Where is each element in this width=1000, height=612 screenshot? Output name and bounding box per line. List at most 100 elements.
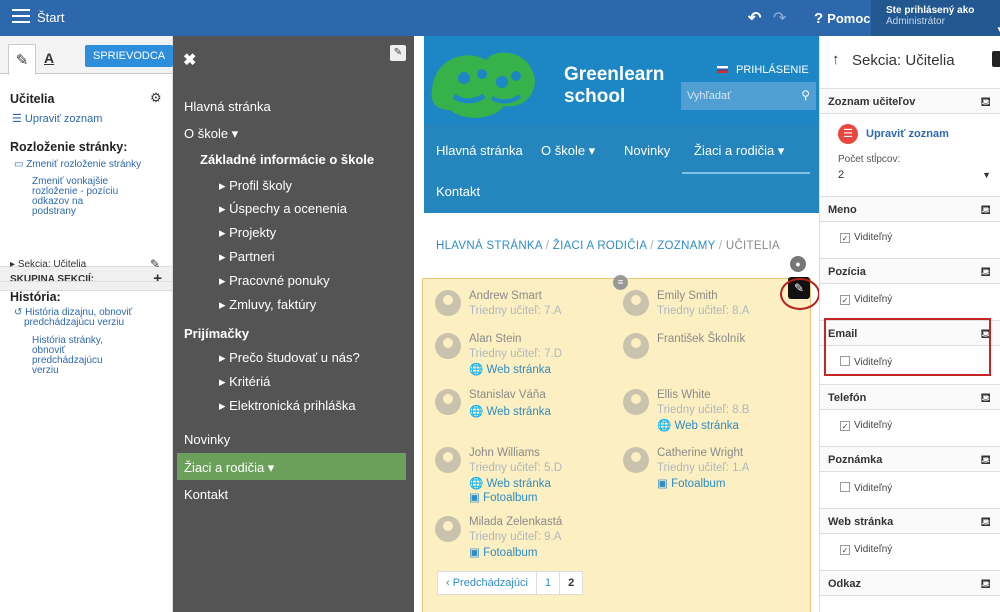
edit-list-button[interactable]: Upraviť zoznam bbox=[866, 128, 949, 140]
redo-icon[interactable]: ↷ bbox=[773, 8, 786, 28]
web-link[interactable]: 🌐 Web stránka bbox=[469, 362, 551, 376]
site-nav-contact[interactable]: Kontakt bbox=[436, 184, 480, 199]
text-tab[interactable]: A bbox=[44, 50, 54, 66]
paint-bucket-icon[interactable]: ⛾ bbox=[980, 576, 991, 594]
visible-checkbox[interactable]: Viditeľný bbox=[840, 482, 892, 494]
menu-item-profile[interactable]: ▸ Profil školy bbox=[219, 178, 292, 194]
web-link[interactable]: 🌐 Web stránka bbox=[469, 476, 551, 490]
visible-checkbox[interactable]: ✓ Viditeľný bbox=[840, 544, 892, 555]
teacher-role: Triedny učiteľ: 5.D bbox=[469, 462, 563, 474]
avatar-icon bbox=[623, 333, 649, 359]
flag-icon[interactable] bbox=[717, 66, 728, 73]
menu-item-contracts[interactable]: ▸ Zmluvy, faktúry bbox=[219, 297, 316, 313]
pagination-prev[interactable]: ‹ Predchádzajúci bbox=[438, 572, 537, 594]
photo-album-link[interactable]: ▣ Fotoalbum bbox=[469, 490, 537, 504]
pagination-page[interactable]: 1 bbox=[537, 572, 561, 594]
site-nav-news[interactable]: Novinky bbox=[624, 143, 670, 158]
page-history-link[interactable]: História stránky, obnoviť predchádzajúcu… bbox=[32, 336, 103, 376]
trash-icon[interactable] bbox=[992, 51, 1000, 67]
setting-row-link[interactable]: Odkaz ⛾ bbox=[820, 570, 1000, 596]
image-icon: ▣ bbox=[657, 478, 672, 490]
plus-icon[interactable]: + bbox=[153, 270, 162, 287]
section-group-item[interactable]: ▸ Sekcia: Učitelia bbox=[10, 259, 86, 270]
web-link[interactable]: 🌐 Web stránka bbox=[469, 404, 551, 418]
columns-select[interactable]: 2 ▼ bbox=[838, 169, 991, 187]
login-link[interactable]: PRIHLÁSENIE bbox=[736, 64, 809, 76]
menu-item-basic-info[interactable]: Základné informácie o škole bbox=[200, 152, 374, 167]
outer-layout-link[interactable]: Zmeniť vonkajšie rozloženie - pozíciu od… bbox=[32, 177, 118, 217]
edit-list-link[interactable]: ☰ Upraviť zoznam bbox=[12, 112, 102, 125]
photo-album-link[interactable]: ▣ Fotoalbum bbox=[469, 545, 537, 559]
paint-bucket-icon[interactable]: ⛾ bbox=[980, 264, 991, 282]
site-search-box[interactable]: Vyhľadať ⚲ bbox=[681, 82, 816, 110]
visible-checkbox[interactable]: ✓ Viditeľný bbox=[840, 232, 892, 243]
menu-item-news[interactable]: Novinky bbox=[184, 432, 230, 447]
close-icon[interactable]: ✖ bbox=[183, 50, 196, 70]
start-link[interactable]: Štart bbox=[37, 10, 64, 25]
paint-bucket-icon[interactable]: ⛾ bbox=[980, 94, 991, 112]
setting-row-name[interactable]: Meno ⛾ bbox=[820, 196, 1000, 222]
setting-row-note[interactable]: Poznámka ⛾ bbox=[820, 446, 1000, 472]
breadcrumb: HLAVNÁ STRÁNKA / ŽIACI A RODIČIA / ZOZNA… bbox=[436, 240, 781, 252]
setting-row-phone[interactable]: Telefón ⛾ bbox=[820, 384, 1000, 410]
pagination-current[interactable]: 2 bbox=[560, 572, 582, 594]
section-title: Učitelia bbox=[10, 92, 55, 106]
menu-item-application[interactable]: ▸ Elektronická prihláška bbox=[219, 398, 356, 414]
teacher-role: Triedny učiteľ: 1.A bbox=[657, 462, 750, 474]
visible-checkbox[interactable]: ✓ Viditeľný bbox=[840, 294, 892, 305]
user-menu[interactable]: Ste prihlásený ako Administrátor ▾ bbox=[871, 0, 1000, 36]
guide-button[interactable]: SPRIEVODCA bbox=[85, 45, 174, 67]
site-nav-students[interactable]: Žiaci a rodičia ▾ bbox=[694, 143, 784, 159]
menu-item-partners[interactable]: ▸ Partneri bbox=[219, 249, 275, 265]
history-title: História: bbox=[10, 290, 61, 304]
list-icon[interactable]: ☰ bbox=[838, 124, 858, 144]
paint-bucket-icon[interactable]: ⛾ bbox=[980, 514, 991, 532]
site-nav-home[interactable]: Hlavná stránka bbox=[436, 143, 523, 158]
menu-item-criteria[interactable]: ▸ Kritériá bbox=[219, 374, 270, 390]
design-history-link[interactable]: ↺ História dizajnu, obnoviť predchádzajú… bbox=[14, 308, 132, 328]
paint-bucket-icon[interactable]: ⛾ bbox=[980, 202, 991, 220]
pencil-icon[interactable]: ✎ bbox=[150, 257, 160, 271]
menu-item-awards[interactable]: ▸ Úspechy a ocenenia bbox=[219, 201, 347, 217]
pencil-tab[interactable]: ✎ bbox=[8, 44, 36, 75]
globe-icon: 🌐 bbox=[469, 406, 487, 418]
help-button[interactable]: ? Pomoc bbox=[814, 10, 871, 27]
setting-row-list[interactable]: Zoznam učiteľov ⛾ bbox=[820, 88, 1000, 114]
visible-checkbox[interactable]: ✓ Viditeľný bbox=[840, 420, 892, 431]
menu-icon[interactable] bbox=[12, 9, 30, 23]
menu-item-students[interactable]: Žiaci a rodičia ▾ bbox=[184, 460, 274, 476]
breadcrumb-lists[interactable]: ZOZNAMY bbox=[657, 240, 715, 252]
site-nav-about[interactable]: O škole ▾ bbox=[541, 143, 595, 159]
menu-handle-icon[interactable]: ≡ bbox=[613, 275, 628, 290]
setting-row-web[interactable]: Web stránka ⛾ bbox=[820, 508, 1000, 534]
teacher-name: Andrew Smart bbox=[469, 290, 542, 302]
undo-icon[interactable]: ↶ bbox=[748, 8, 761, 28]
globe-icon: 🌐 bbox=[657, 420, 675, 432]
search-icon[interactable]: ⚲ bbox=[801, 88, 810, 102]
menu-item-why[interactable]: ▸ Prečo študovať u nás? bbox=[219, 350, 360, 366]
menu-item-admissions[interactable]: Prijímačky bbox=[184, 326, 249, 341]
image-icon: ▣ bbox=[469, 547, 484, 559]
change-layout-link[interactable]: ▭ Zmeniť rozloženie stránky bbox=[14, 159, 141, 170]
setting-row-position[interactable]: Pozícia ⛾ bbox=[820, 258, 1000, 284]
paint-bucket-icon[interactable]: ⛾ bbox=[980, 452, 991, 470]
menu-item-contact[interactable]: Kontakt bbox=[184, 487, 228, 502]
gear-icon[interactable]: ⚙ bbox=[150, 90, 162, 106]
menu-item-home[interactable]: Hlavná stránka bbox=[184, 99, 271, 114]
paint-bucket-icon[interactable]: ⛾ bbox=[980, 390, 991, 408]
web-link[interactable]: 🌐 Web stránka bbox=[657, 418, 739, 432]
globe-icon: 🌐 bbox=[469, 478, 487, 490]
teacher-role: Triedny učiteľ: 9.A bbox=[469, 531, 562, 543]
avatar-icon bbox=[623, 447, 649, 473]
back-arrow-icon[interactable]: ↑ bbox=[832, 51, 840, 68]
breadcrumb-home[interactable]: HLAVNÁ STRÁNKA bbox=[436, 240, 542, 252]
breadcrumb-students[interactable]: ŽIACI A RODIČIA bbox=[553, 240, 647, 252]
photo-album-link[interactable]: ▣ Fotoalbum bbox=[657, 476, 725, 490]
teacher-name: Stanislav Váňa bbox=[469, 389, 546, 401]
site-nav: Hlavná stránka O škole ▾ Novinky Žiaci a… bbox=[424, 124, 819, 213]
pencil-icon[interactable]: ✎ bbox=[390, 45, 406, 61]
menu-item-jobs[interactable]: ▸ Pracovné ponuky bbox=[219, 273, 330, 289]
section-handle-icon[interactable]: ● bbox=[790, 256, 806, 272]
menu-item-about[interactable]: O škole ▾ bbox=[184, 126, 238, 142]
menu-item-projects[interactable]: ▸ Projekty bbox=[219, 225, 276, 241]
